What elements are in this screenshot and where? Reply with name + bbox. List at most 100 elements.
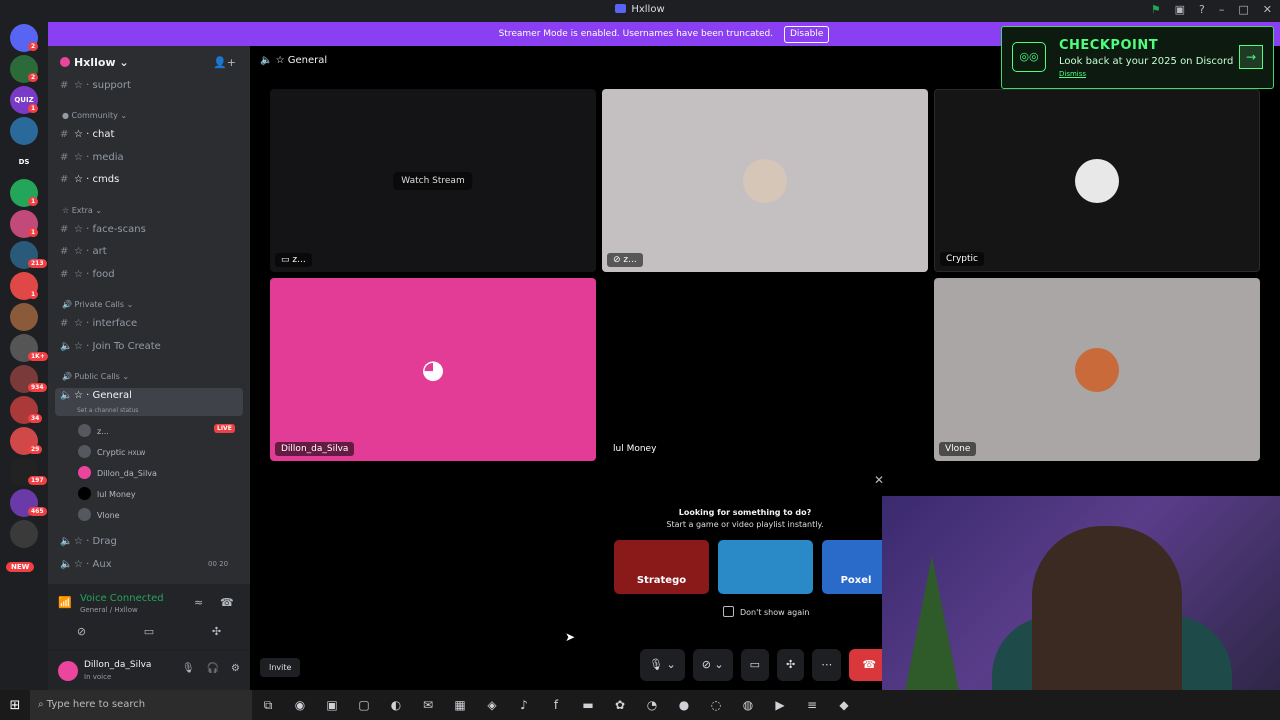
server-icon[interactable]: 213 xyxy=(10,241,47,269)
app-icon[interactable]: ▣ xyxy=(316,698,348,712)
mail-icon[interactable]: ✉ xyxy=(412,698,444,712)
server-icon[interactable]: 1K+ xyxy=(10,334,48,362)
user-tile[interactable]: Cryptic xyxy=(934,89,1260,272)
flag-icon[interactable]: ⚑ xyxy=(1151,3,1161,16)
headphones-icon[interactable]: 🎧 xyxy=(207,663,219,674)
disconnect-icon[interactable]: ☎ xyxy=(220,596,234,609)
category-community[interactable]: ● Community ⌄ xyxy=(62,111,127,120)
channel-support[interactable]: # ☆ · support xyxy=(60,80,131,91)
add-member-icon[interactable]: 👤+ xyxy=(213,56,236,69)
server-icon[interactable] xyxy=(10,303,38,331)
watch-stream-button[interactable]: Watch Stream xyxy=(393,171,473,190)
channel-status[interactable]: Set a channel status xyxy=(77,407,138,414)
camera-off-icon[interactable]: ⊘ xyxy=(77,625,86,638)
server-icon[interactable]: 1 xyxy=(10,210,39,238)
server-icon[interactable]: 197 xyxy=(10,458,47,486)
server-icon[interactable]: QUIZ 1 xyxy=(10,86,39,114)
app-icon[interactable]: ≡ xyxy=(796,698,828,712)
server-icon[interactable]: DS xyxy=(10,148,38,176)
task-view-icon[interactable]: ⧉ xyxy=(252,698,284,713)
promo-dismiss-link[interactable]: Dismiss xyxy=(1059,70,1086,78)
noise-suppression-icon[interactable]: ≈ xyxy=(194,596,203,609)
windows-start-icon[interactable]: ⊞ xyxy=(0,698,30,713)
arrow-right-icon[interactable]: → xyxy=(1239,45,1263,69)
calculator-icon[interactable]: ▦ xyxy=(444,698,476,712)
app-icon[interactable]: ◈ xyxy=(476,698,508,712)
activities-icon[interactable]: ✣ xyxy=(212,625,221,638)
snapchat-icon[interactable]: ◔ xyxy=(636,698,668,712)
checkbox-box[interactable] xyxy=(723,606,734,617)
invite-button[interactable]: Invite xyxy=(260,658,301,677)
app-icon[interactable]: ● xyxy=(668,698,700,712)
server-icon[interactable]: 29 xyxy=(10,427,43,455)
help-icon[interactable]: ? xyxy=(1199,3,1205,16)
app-icon[interactable]: ◍ xyxy=(732,698,764,712)
app-icon[interactable]: ▢ xyxy=(348,698,380,712)
maximize-icon[interactable]: □ xyxy=(1238,3,1248,16)
channel-aux[interactable]: 🔈 ☆ · Aux xyxy=(60,559,112,570)
activity-stratego[interactable]: Stratego xyxy=(614,540,709,594)
server-icon[interactable]: 2 xyxy=(10,24,39,52)
close-icon[interactable]: ✕ xyxy=(1263,3,1272,16)
share-screen-button[interactable]: ▭ xyxy=(740,649,770,681)
activities-button[interactable]: ✣ xyxy=(777,649,805,681)
checkpoint-promo[interactable]: ◎◎ CHECKPOINT Look back at your 2025 on … xyxy=(1001,26,1274,89)
tiktok-icon[interactable]: ♪ xyxy=(508,698,540,712)
user-tile[interactable]: lul Money xyxy=(602,278,928,461)
user-avatar[interactable] xyxy=(58,661,78,681)
edge-icon[interactable]: ◐ xyxy=(380,698,412,712)
channel-join-to-create[interactable]: 🔈 ☆ · Join To Create xyxy=(60,341,161,352)
voice-connected-sub[interactable]: General / Hxllow xyxy=(80,606,138,614)
channel-interface[interactable]: # ☆ · interface xyxy=(60,318,137,329)
server-icon[interactable]: 1 xyxy=(10,179,39,207)
channel-face-scans[interactable]: # ☆ · face-scans xyxy=(60,224,146,235)
user-tile[interactable]: ◕ Dillon_da_Silva xyxy=(270,278,596,461)
channel-general[interactable]: 🔈 ☆ · General xyxy=(60,390,132,401)
close-popup-icon[interactable]: ✕ xyxy=(874,473,884,487)
activity-poxel[interactable]: Poxel xyxy=(822,540,890,594)
settings-icon[interactable]: ⚙ xyxy=(231,663,240,674)
activity-tile[interactable] xyxy=(718,540,813,594)
app-icon[interactable]: ◆ xyxy=(828,698,860,712)
user-tile[interactable]: ⊘ z... xyxy=(602,89,928,272)
server-icon[interactable] xyxy=(10,520,38,548)
voice-user[interactable]: Vlone xyxy=(78,508,120,521)
user-name[interactable]: Dillon_da_Silva xyxy=(84,660,151,670)
inbox-icon[interactable]: ▣ xyxy=(1175,3,1185,16)
server-icon[interactable]: 34 xyxy=(10,396,43,424)
server-icon[interactable]: 2 xyxy=(10,55,39,83)
server-icon[interactable]: 934 xyxy=(10,365,47,393)
minimize-icon[interactable]: – xyxy=(1219,3,1225,16)
channel-chat[interactable]: # ☆ · chat xyxy=(60,129,114,140)
category-public-calls[interactable]: 🔊 Public Calls ⌄ xyxy=(62,372,129,381)
server-name-header[interactable]: Hxllow ⌄ xyxy=(60,56,129,69)
voice-user[interactable]: lul Money xyxy=(78,487,136,500)
taskbar-search[interactable]: ⌕ Type here to search xyxy=(30,690,252,720)
user-tile[interactable]: Vlone xyxy=(934,278,1260,461)
server-icon[interactable]: 1 xyxy=(10,272,39,300)
channel-cmds[interactable]: # ☆ · cmds xyxy=(60,174,119,185)
whatsapp-icon[interactable]: ◌ xyxy=(700,698,732,712)
voice-user[interactable]: z... xyxy=(78,424,109,437)
mic-icon[interactable]: 🎙 xyxy=(182,663,195,674)
screen-share-icon[interactable]: ▭ xyxy=(144,625,154,638)
channel-media[interactable]: # ☆ · media xyxy=(60,152,124,163)
category-extra[interactable]: ☆ Extra ⌄ xyxy=(62,206,102,215)
signal-icon[interactable]: 📶 xyxy=(58,596,72,609)
camera-button[interactable]: ⊘ ⌄ xyxy=(692,649,733,681)
disable-streamer-button[interactable]: Disable xyxy=(783,26,830,43)
voice-user[interactable]: Dillon_da_Silva xyxy=(78,466,157,479)
chatgpt-icon[interactable]: ✿ xyxy=(604,698,636,712)
stream-tile[interactable]: Watch Stream ▭ z... xyxy=(270,89,596,272)
category-private-calls[interactable]: 🔊 Private Calls ⌄ xyxy=(62,300,133,309)
channel-art[interactable]: # ☆ · art xyxy=(60,246,107,257)
facebook-icon[interactable]: f xyxy=(540,698,572,712)
channel-drag[interactable]: 🔈 ☆ · Drag xyxy=(60,536,117,547)
voice-user[interactable]: Cryptic HXLW xyxy=(78,445,145,458)
server-icon[interactable]: 465 xyxy=(10,489,47,517)
youtube-icon[interactable]: ▶ xyxy=(764,698,796,712)
channel-food[interactable]: # ☆ · food xyxy=(60,269,115,280)
more-options-button[interactable]: ⋯ xyxy=(812,649,842,681)
dont-show-again-checkbox[interactable]: Don't show again xyxy=(723,606,809,617)
server-icon[interactable] xyxy=(10,117,38,145)
